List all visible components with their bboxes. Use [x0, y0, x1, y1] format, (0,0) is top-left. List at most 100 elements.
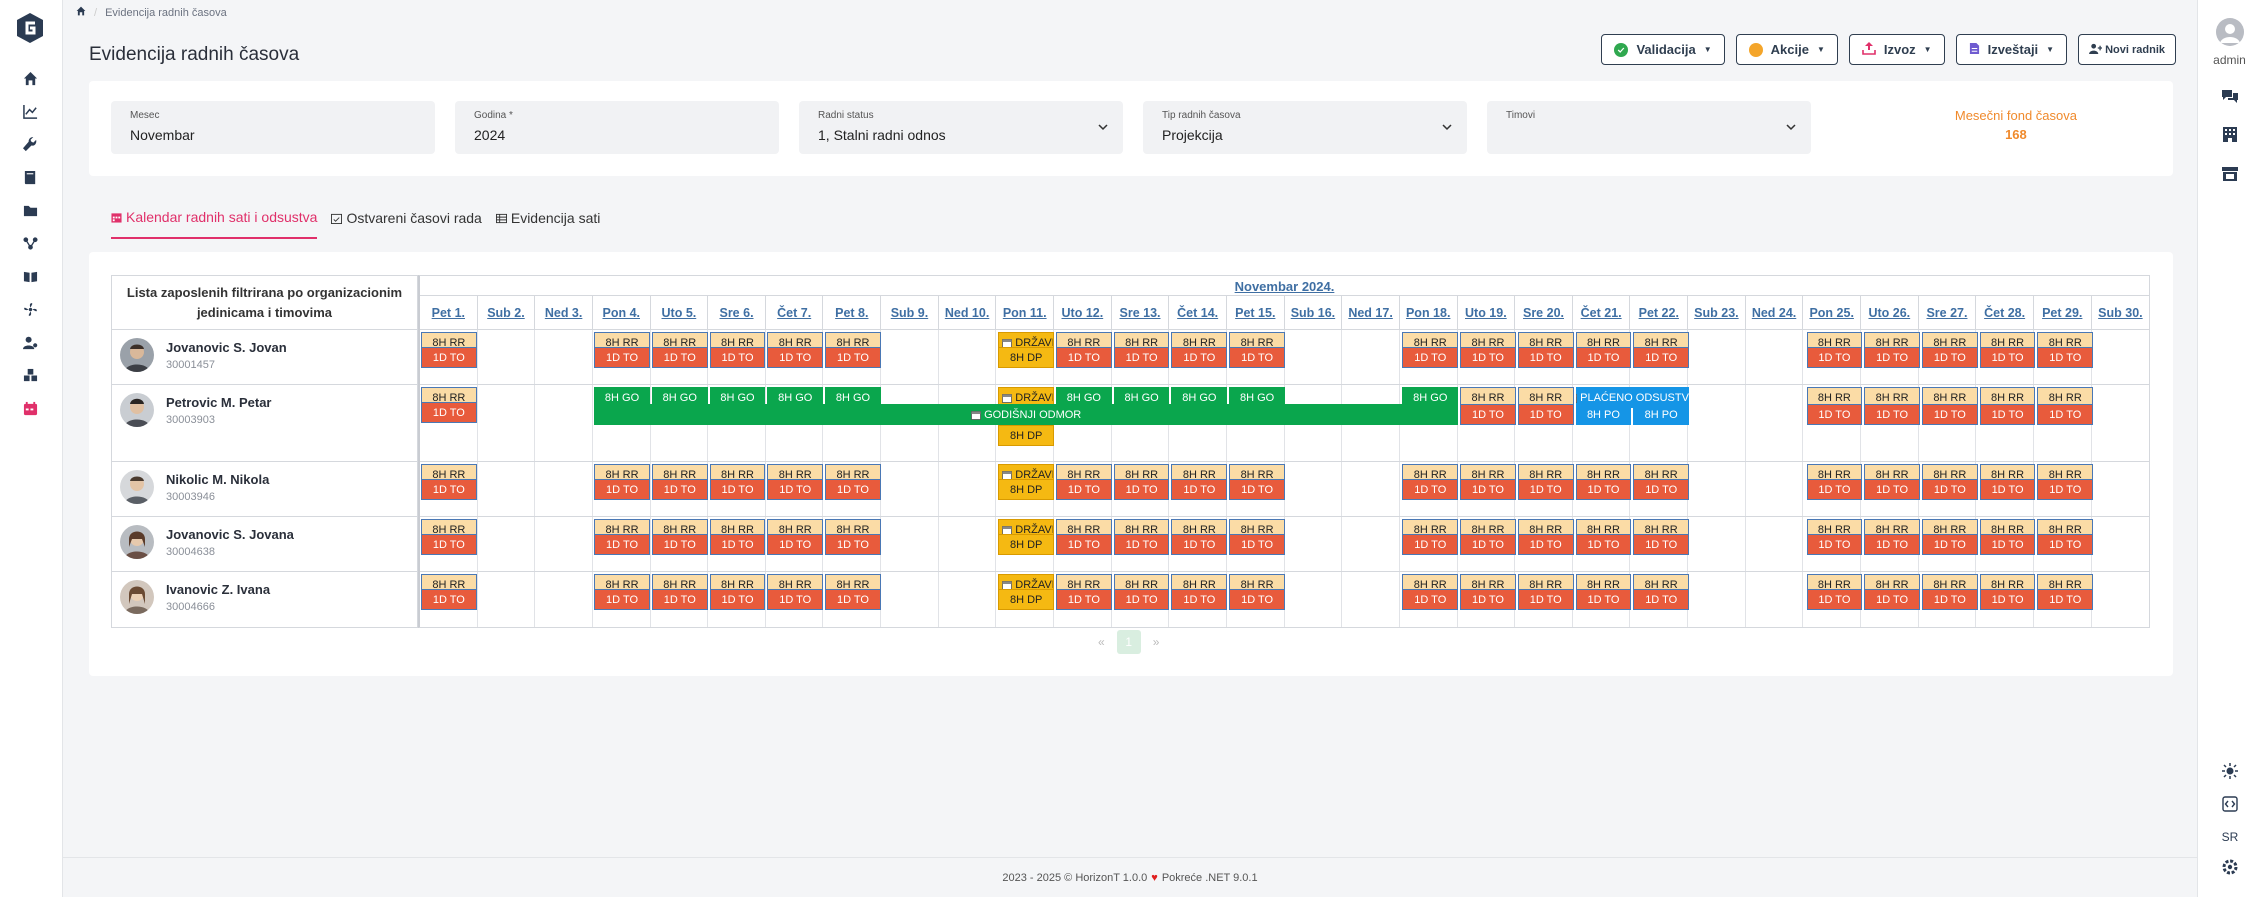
to-event[interactable]: 1D TO [1460, 479, 1516, 500]
day-header[interactable]: Čet 21. [1573, 296, 1631, 329]
calendar-active-icon[interactable] [20, 398, 40, 418]
tab-kalendar[interactable]: Kalendar radnih sati i odsustva [111, 207, 318, 239]
employee-row[interactable]: Jovanovic S. Jovan 30001457 [112, 330, 417, 385]
to-event[interactable]: 1D TO [1633, 589, 1690, 610]
day-header[interactable]: Uto 12. [1054, 296, 1112, 329]
to-event[interactable]: 1D TO [1229, 347, 1285, 368]
day-cell[interactable] [939, 330, 997, 384]
to-event[interactable]: 1D TO [1575, 347, 1632, 368]
pager-next[interactable]: » [1153, 635, 1160, 649]
to-event[interactable]: 1D TO [825, 589, 881, 610]
day-cell[interactable] [1285, 572, 1343, 627]
day-cell[interactable] [478, 385, 536, 461]
employee-row[interactable]: Ivanovic Z. Ivana 30004666 [112, 572, 417, 627]
book-open-icon[interactable] [20, 266, 40, 286]
day-header[interactable]: Pon 4. [593, 296, 651, 329]
to-event[interactable]: 1D TO [1633, 347, 1690, 368]
boxes-icon[interactable] [20, 365, 40, 385]
day-cell[interactable] [881, 572, 939, 627]
to-event[interactable]: 1D TO [1979, 347, 2036, 368]
day-header[interactable]: Ned 3. [535, 296, 593, 329]
to-event[interactable]: 1D TO [651, 534, 708, 555]
tab-ostvareni-casovi[interactable]: Ostvareni časovi rada [331, 207, 482, 239]
day-cell[interactable] [1688, 572, 1746, 627]
to-event[interactable]: 1D TO [1979, 534, 2036, 555]
day-header[interactable]: Sre 6. [708, 296, 766, 329]
to-event[interactable]: 1D TO [2037, 347, 2094, 368]
day-header[interactable]: Uto 26. [1861, 296, 1919, 329]
day-cell[interactable] [535, 462, 593, 516]
store-icon[interactable] [2219, 163, 2241, 185]
to-event[interactable]: 1D TO [1806, 479, 1863, 500]
day-cell[interactable] [1688, 517, 1746, 571]
timovi-select[interactable]: Timovi [1487, 101, 1811, 154]
izvestaji-button[interactable]: Izveštaji ▼ [1955, 34, 2068, 65]
to-event[interactable]: 1D TO [1056, 534, 1112, 555]
day-cell[interactable] [1285, 462, 1343, 516]
to-event[interactable]: 1D TO [1229, 479, 1285, 500]
day-header[interactable]: Pon 18. [1400, 296, 1458, 329]
dp-event[interactable]: 8H DP [998, 347, 1055, 368]
chat-icon[interactable] [2219, 85, 2241, 107]
pager-page-1[interactable]: 1 [1116, 630, 1141, 654]
day-cell[interactable] [478, 517, 536, 571]
day-header[interactable]: Čet 7. [766, 296, 824, 329]
day-cell[interactable] [2092, 330, 2150, 384]
gear-icon[interactable] [2219, 856, 2241, 878]
day-cell[interactable] [1688, 385, 1746, 461]
to-event[interactable]: 1D TO [825, 534, 881, 555]
to-event[interactable]: 1D TO [651, 347, 708, 368]
building-icon[interactable] [2219, 123, 2241, 145]
month-header[interactable]: Novembar 2024. [420, 276, 2149, 296]
day-cell[interactable] [1746, 462, 1804, 516]
to-event[interactable]: 1D TO [1460, 404, 1516, 425]
to-event[interactable]: 1D TO [1056, 479, 1112, 500]
po-event[interactable]: 8H PO [1575, 404, 1632, 425]
day-header[interactable]: Sre 27. [1919, 296, 1977, 329]
day-header[interactable]: Ned 10. [939, 296, 997, 329]
to-event[interactable]: 1D TO [1229, 534, 1285, 555]
to-event[interactable]: 1D TO [1171, 534, 1228, 555]
to-event[interactable]: 1D TO [1864, 404, 1920, 425]
to-event[interactable]: 1D TO [709, 534, 766, 555]
novi-radnik-button[interactable]: Novi radnik [2078, 34, 2176, 65]
to-event[interactable]: 1D TO [767, 589, 824, 610]
to-event[interactable]: 1D TO [1864, 479, 1920, 500]
radni-status-select[interactable]: Radni status 1, Stalni radni odnos [799, 101, 1123, 154]
to-event[interactable]: 1D TO [1402, 589, 1459, 610]
day-header[interactable]: Pon 11. [996, 296, 1055, 329]
day-header[interactable]: Pet 1. [420, 296, 478, 329]
sun-icon[interactable] [2219, 760, 2241, 782]
to-event[interactable]: 1D TO [1171, 479, 1228, 500]
dp-event[interactable]: 8H DP [998, 589, 1055, 610]
day-header[interactable]: Pet 29. [2034, 296, 2092, 329]
employee-row[interactable]: Nikolic M. Nikola 30003946 [112, 462, 417, 517]
to-event[interactable]: 1D TO [594, 589, 650, 610]
to-event[interactable]: 1D TO [421, 534, 477, 555]
to-event[interactable]: 1D TO [421, 402, 477, 423]
pager-prev[interactable]: « [1098, 635, 1105, 649]
day-cell[interactable] [1688, 462, 1746, 516]
to-event[interactable]: 1D TO [1171, 589, 1228, 610]
home-breadcrumb-icon[interactable] [76, 6, 86, 19]
tab-evidencija-sati[interactable]: Evidencija sati [495, 207, 600, 239]
to-event[interactable]: 1D TO [1575, 479, 1632, 500]
day-cell[interactable] [1342, 572, 1400, 627]
to-event[interactable]: 1D TO [651, 589, 708, 610]
to-event[interactable]: 1D TO [1460, 347, 1516, 368]
day-cell[interactable] [1746, 572, 1804, 627]
tip-radnih-casova-select[interactable]: Tip radnih časova Projekcija [1143, 101, 1467, 154]
to-event[interactable]: 1D TO [709, 589, 766, 610]
day-cell[interactable] [1342, 330, 1400, 384]
day-header[interactable]: Pet 8. [823, 296, 882, 329]
to-event[interactable]: 1D TO [1517, 534, 1574, 555]
to-event[interactable]: 1D TO [1633, 479, 1690, 500]
validacija-button[interactable]: Validacija ▼ [1601, 34, 1725, 65]
to-event[interactable]: 1D TO [1402, 479, 1459, 500]
to-event[interactable]: 1D TO [1229, 589, 1285, 610]
day-cell[interactable] [535, 572, 593, 627]
day-cell[interactable] [535, 517, 593, 571]
day-header[interactable]: Sre 13. [1112, 296, 1170, 329]
day-header[interactable]: Pet 15. [1227, 296, 1285, 329]
to-event[interactable]: 1D TO [421, 479, 477, 500]
